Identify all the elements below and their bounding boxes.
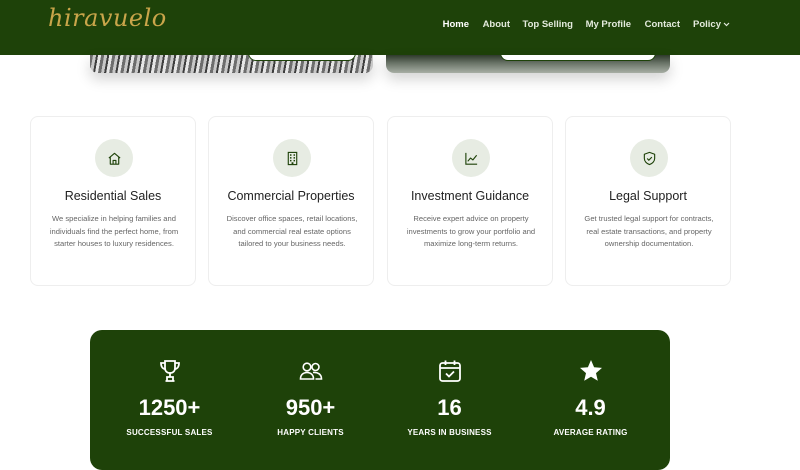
stat-successful-sales: 1250+ SUCCESSFUL SALES bbox=[97, 330, 242, 470]
service-card-residential: Residential Sales We specialize in helpi… bbox=[30, 116, 196, 286]
service-title: Legal Support bbox=[609, 189, 687, 203]
shield-check-icon bbox=[643, 151, 655, 165]
trophy-icon bbox=[160, 360, 180, 382]
hero-button-right[interactable] bbox=[500, 55, 656, 61]
service-icon-wrap bbox=[452, 139, 490, 177]
nav-about[interactable]: About bbox=[483, 19, 510, 30]
house-icon bbox=[108, 152, 120, 165]
nav-contact[interactable]: Contact bbox=[645, 19, 680, 30]
calendar-check-icon bbox=[439, 360, 461, 382]
service-icon-wrap bbox=[273, 139, 311, 177]
stat-label: HAPPY CLIENTS bbox=[277, 428, 344, 437]
star-icon bbox=[580, 360, 602, 381]
service-card-investment: Investment Guidance Receive expert advic… bbox=[387, 116, 553, 286]
chart-line-icon bbox=[464, 152, 477, 165]
stats-section: 1250+ SUCCESSFUL SALES 950+ HAPPY CLIENT… bbox=[90, 330, 670, 470]
nav-home[interactable]: Home bbox=[443, 19, 469, 30]
service-card-legal: Legal Support Get trusted legal support … bbox=[565, 116, 731, 286]
service-icon-wrap bbox=[95, 139, 133, 177]
hero-image-right bbox=[386, 55, 670, 73]
stat-label: SUCCESSFUL SALES bbox=[126, 428, 213, 437]
service-description: Receive expert advice on property invest… bbox=[406, 214, 536, 249]
stat-value: 950+ bbox=[285, 395, 336, 420]
service-description: We specialize in helping families and in… bbox=[49, 214, 179, 249]
navbar: hiravuelo Home About Top Selling My Prof… bbox=[0, 0, 800, 55]
stat-label: AVERAGE RATING bbox=[553, 428, 628, 437]
hero-button-left[interactable] bbox=[248, 55, 356, 61]
stat-label: YEARS IN BUSINESS bbox=[407, 428, 492, 437]
service-title: Commercial Properties bbox=[227, 189, 355, 203]
service-card-commercial: Commercial Properties Discover office sp… bbox=[208, 116, 374, 286]
service-description: Discover office spaces, retail locations… bbox=[226, 214, 358, 249]
stat-average-rating: 4.9 AVERAGE RATING bbox=[518, 330, 663, 470]
users-icon bbox=[299, 362, 323, 380]
stat-value: 16 bbox=[437, 395, 462, 420]
brand-logo[interactable]: hiravuelo bbox=[48, 4, 167, 32]
stat-value: 4.9 bbox=[575, 395, 606, 420]
service-description: Get trusted legal support for contracts,… bbox=[584, 214, 714, 249]
chevron-down-icon bbox=[723, 22, 730, 27]
stat-value: 1250+ bbox=[138, 395, 201, 420]
nav-policy[interactable]: Policy bbox=[693, 19, 730, 30]
building-icon bbox=[287, 151, 297, 165]
nav-policy-label: Policy bbox=[693, 19, 721, 30]
service-title: Residential Sales bbox=[64, 189, 162, 203]
hero-image-left bbox=[90, 55, 373, 73]
service-title: Investment Guidance bbox=[410, 189, 530, 203]
nav-my-profile[interactable]: My Profile bbox=[586, 19, 631, 30]
service-icon-wrap bbox=[630, 139, 668, 177]
stat-years-in-business: 16 YEARS IN BUSINESS bbox=[377, 330, 522, 470]
stat-happy-clients: 950+ HAPPY CLIENTS bbox=[238, 330, 383, 470]
nav-top-selling[interactable]: Top Selling bbox=[523, 19, 574, 30]
